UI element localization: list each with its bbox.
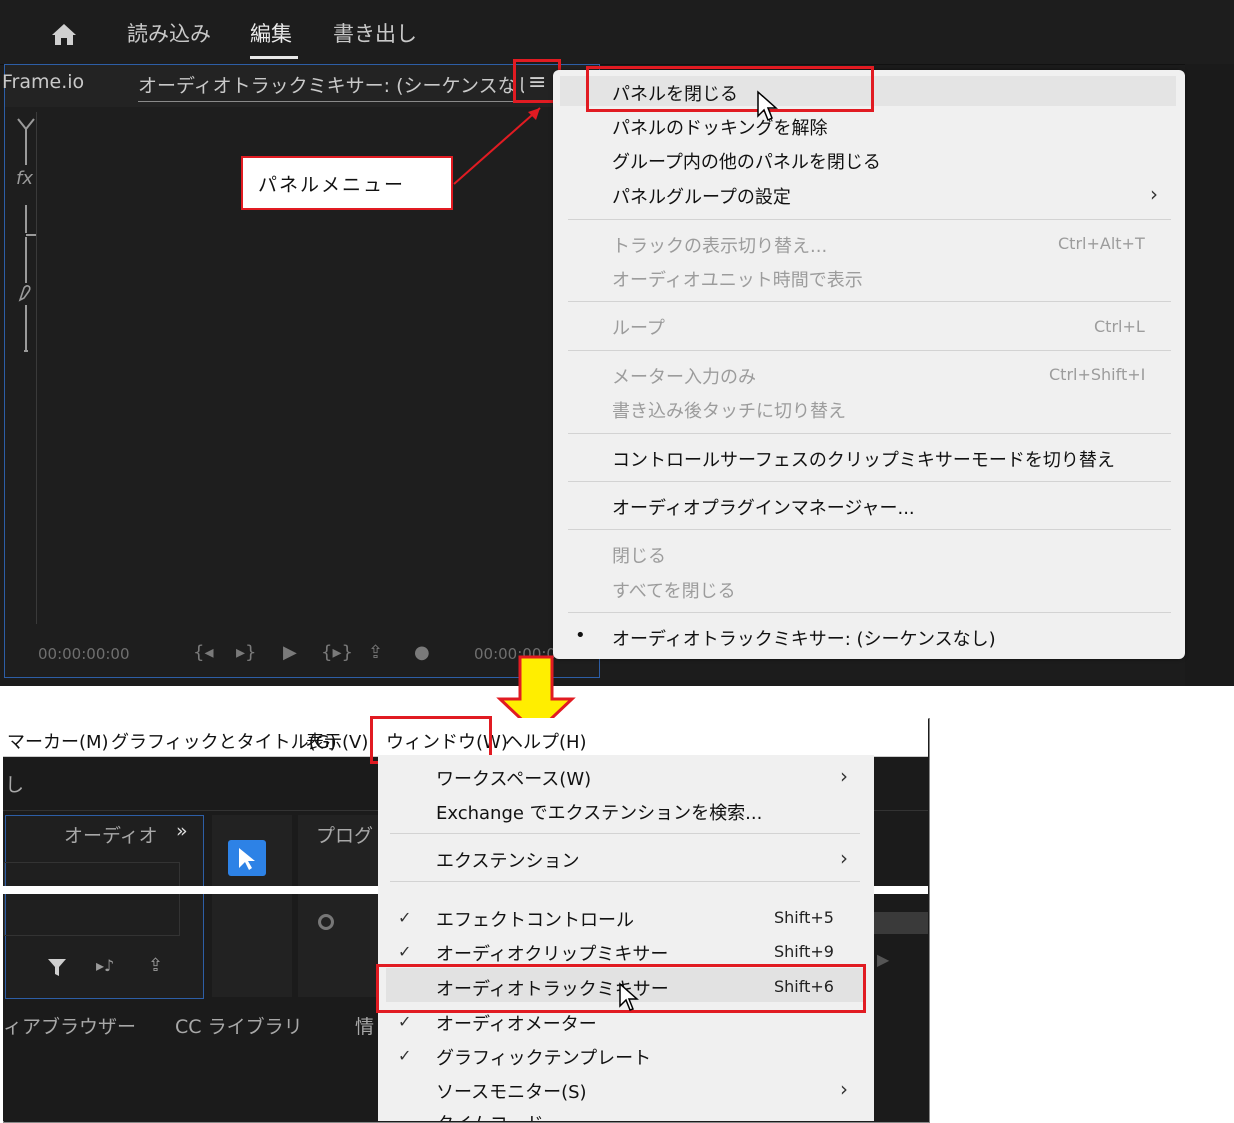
export-icon[interactable]: ⇪ bbox=[148, 955, 163, 976]
scrollbar-track bbox=[874, 912, 928, 934]
menu-graphics-titles[interactable]: グラフィックとタイトル(G) bbox=[111, 728, 337, 754]
check-icon: ✓ bbox=[398, 942, 412, 961]
shortcut-ctrl-l: Ctrl+L bbox=[1094, 317, 1145, 336]
record-icon[interactable]: ● bbox=[414, 642, 430, 663]
menu-separator bbox=[390, 881, 860, 882]
nav-edit-underline bbox=[250, 56, 298, 59]
menu-item-close-other-panels[interactable]: グループ内の他のパネルを閉じる bbox=[612, 148, 881, 174]
background-area bbox=[1185, 64, 1234, 686]
menu-marker[interactable]: マーカー(M) bbox=[7, 728, 109, 754]
callout-label: パネルメニュー bbox=[258, 174, 406, 196]
menu-separator bbox=[568, 301, 1171, 302]
menu-item-audio-units: オーディオユニット時間で表示 bbox=[612, 270, 863, 291]
check-icon: ✓ bbox=[398, 1046, 412, 1065]
menu-item-timecode-clip: タイムコード bbox=[436, 1110, 544, 1121]
go-to-in-icon[interactable]: {◂ bbox=[193, 642, 214, 663]
menu-item-timecode[interactable]: タイムコード bbox=[436, 1110, 544, 1121]
shortcut-ctrl-shift-i: Ctrl+Shift+I bbox=[1049, 365, 1146, 384]
menu-separator bbox=[568, 529, 1171, 530]
menu-item-current-panel[interactable]: オーディオトラックミキサー: (シーケンスなし) bbox=[612, 625, 996, 651]
menu-item-meter-input-only: メーター入力のみ bbox=[612, 367, 756, 388]
check-icon: ✓ bbox=[398, 908, 412, 927]
menu-item-toggle-tracks: トラックの表示切り替え... bbox=[612, 236, 828, 257]
playhead-icon[interactable] bbox=[318, 914, 334, 930]
tab-info[interactable]: 情 bbox=[355, 1012, 374, 1039]
play-in-to-out-icon[interactable]: {▸} bbox=[321, 642, 353, 663]
tab-frameio[interactable]: Frame.io bbox=[2, 71, 84, 93]
go-to-out-icon[interactable]: ▸} bbox=[236, 642, 257, 663]
menu-item-graphics-templates[interactable]: グラフィックテンプレート bbox=[436, 1044, 651, 1070]
highlight-close-panel bbox=[586, 66, 874, 112]
partial-text: し bbox=[5, 774, 25, 796]
menu-item-exchange[interactable]: Exchange でエクステンションを検索... bbox=[436, 799, 762, 825]
shortcut-ctrl-alt-t: Ctrl+Alt+T bbox=[1058, 234, 1145, 253]
menu-item-source-monitor[interactable]: ソースモニター(S) bbox=[436, 1078, 587, 1104]
chevron-right-icon: › bbox=[1150, 182, 1158, 206]
tab-media-browser[interactable]: ィアブラウザー bbox=[3, 1012, 136, 1039]
menu-item-undock-panel[interactable]: パネルのドッキングを解除 bbox=[612, 114, 827, 140]
tab-program[interactable]: プログ bbox=[316, 821, 376, 848]
menu-item-loop: ループ bbox=[612, 318, 665, 339]
pen-icon bbox=[18, 285, 31, 302]
insert-icon[interactable]: ▸♪ bbox=[96, 956, 114, 975]
menu-view[interactable]: 表示(V) bbox=[306, 728, 368, 754]
mouse-cursor-icon bbox=[757, 90, 778, 122]
menu-item-close-all: すべてを閉じる bbox=[612, 581, 736, 602]
chevron-right-icon: › bbox=[840, 764, 848, 788]
menu-item-workspace[interactable]: ワークスペース(W) bbox=[436, 765, 591, 791]
play-icon[interactable]: ▶ bbox=[283, 642, 297, 663]
menu-item-audio-meters[interactable]: オーディオメーター bbox=[436, 1010, 597, 1036]
menu-item-panel-group-settings[interactable]: パネルグループの設定 bbox=[612, 183, 791, 209]
tab-audio-track-mixer[interactable]: オーディオトラックミキサー: (シーケンスなし bbox=[138, 71, 524, 98]
menu-item-switch-to-touch: 書き込み後タッチに切り替え bbox=[612, 401, 846, 422]
menu-item-effect-controls[interactable]: エフェクトコントロール bbox=[436, 906, 634, 932]
tab-audio[interactable]: オーディオ bbox=[64, 821, 168, 848]
top-screenshot: 読み込み 編集 書き出し Frame.io オーディオトラックミキサー: (シー… bbox=[0, 0, 1234, 686]
loop-icon[interactable]: ⇪ bbox=[368, 642, 383, 663]
menu-separator bbox=[568, 481, 1171, 482]
menu-separator bbox=[568, 350, 1171, 351]
more-tabs-icon[interactable]: » bbox=[176, 820, 188, 842]
nav-export[interactable]: 書き出し bbox=[333, 18, 417, 48]
menu-separator bbox=[568, 433, 1171, 434]
menu-separator bbox=[568, 612, 1171, 613]
chevron-right-icon: › bbox=[840, 846, 848, 870]
selection-arrow-icon bbox=[239, 848, 255, 870]
tab-cc-library[interactable]: CC ライブラリ bbox=[175, 1012, 303, 1039]
menu-help[interactable]: ヘルプ(H) bbox=[505, 728, 587, 754]
nav-edit[interactable]: 編集 bbox=[250, 18, 292, 48]
menu-item-close: 閉じる bbox=[612, 546, 666, 567]
check-icon: ✓ bbox=[398, 1012, 412, 1031]
shortcut-shift-9: Shift+9 bbox=[774, 942, 834, 961]
automation-ruler-icon bbox=[17, 118, 36, 352]
callout-arrow bbox=[453, 107, 541, 185]
nav-import[interactable]: 読み込み bbox=[127, 18, 211, 48]
chevron-right-icon: › bbox=[840, 1077, 848, 1101]
fx-label: fx bbox=[16, 168, 33, 189]
filter-icon[interactable] bbox=[46, 956, 68, 978]
shortcut-shift-5: Shift+5 bbox=[774, 908, 834, 927]
menu-bullet: • bbox=[575, 625, 586, 646]
mouse-cursor-icon bbox=[619, 982, 639, 1011]
menu-item-extensions[interactable]: エクステンション bbox=[436, 847, 579, 873]
menu-separator bbox=[568, 219, 1171, 220]
timecode-start: 00:00:00:00 bbox=[38, 645, 130, 663]
menu-separator bbox=[390, 833, 860, 834]
audio-panel-content bbox=[4, 862, 180, 936]
play-icon[interactable]: ▶ bbox=[877, 950, 889, 969]
menu-item-audio-clip-mixer[interactable]: オーディオクリップミキサー bbox=[436, 940, 668, 966]
menu-item-control-surface-mode[interactable]: コントロールサーフェスのクリップミキサーモードを切り替え bbox=[612, 446, 1115, 472]
menu-item-audio-plugin-manager[interactable]: オーディオプラグインマネージャー... bbox=[612, 494, 915, 520]
home-icon[interactable] bbox=[50, 22, 78, 46]
